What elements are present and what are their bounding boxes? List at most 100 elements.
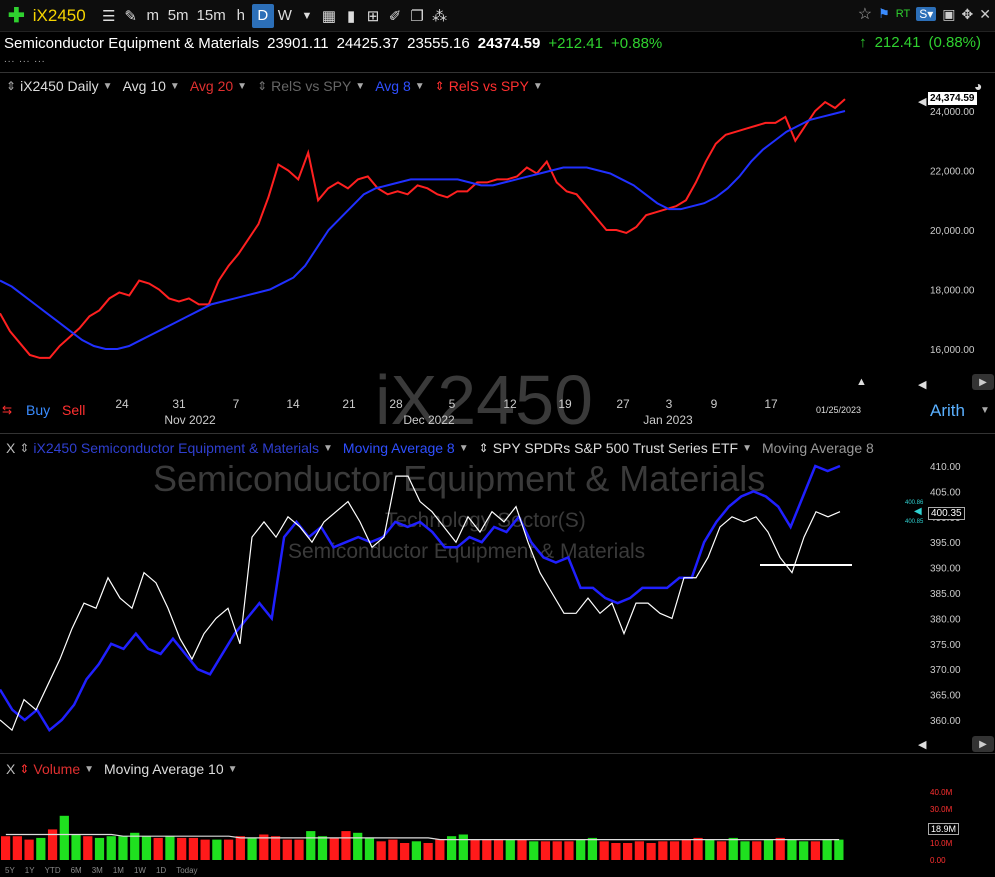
x-tick-label: 5 <box>449 397 456 411</box>
rs-legend-symbol[interactable]: iX2450 Semiconductor Equipment & Materia… <box>33 440 319 456</box>
rs-close-icon[interactable]: X <box>6 440 15 456</box>
price-chart[interactable]: 16,000.00 18,000.00 20,000.00 22,000.00 24,0… <box>0 0 995 430</box>
scroll-up-icon[interactable]: ▲ <box>856 376 867 388</box>
buy-sell-icon[interactable]: ⇆ <box>2 403 12 417</box>
volume-bar <box>36 837 46 860</box>
sell-label[interactable]: Sell <box>62 402 85 418</box>
volume-bar <box>435 839 445 860</box>
y-tick-label: 30.0M <box>930 805 953 814</box>
volume-bar <box>212 839 222 860</box>
volume-bar <box>106 836 116 860</box>
scale-mode[interactable]: Arith <box>930 401 965 421</box>
x-tick-label: 24 <box>115 397 129 411</box>
volume-bar <box>270 836 281 860</box>
drag-icon[interactable]: ⇕ <box>257 79 267 93</box>
scale-dropdown-icon[interactable]: ▼ <box>980 405 990 416</box>
volume-bar <box>646 843 656 860</box>
volume-bar <box>388 839 398 860</box>
range-1m[interactable]: 1M <box>113 866 124 877</box>
chevron-down-icon[interactable]: ▼ <box>103 81 113 92</box>
buy-sell-toggle[interactable]: Buy Sell <box>26 402 85 418</box>
y-tick-label: 410.00 <box>930 462 961 473</box>
y-tick-label: 360.00 <box>930 716 961 727</box>
volume-bar <box>24 839 34 860</box>
chevron-down-icon[interactable]: ▼ <box>323 443 333 454</box>
drag-icon[interactable]: ⇕ <box>19 441 29 455</box>
legend-rels-spy-gray[interactable]: RelS vs SPY <box>271 78 351 94</box>
volume-bar <box>623 843 633 860</box>
vol-legend-ma10[interactable]: Moving Average 10 <box>104 761 224 777</box>
rs-legend-ma8-blue[interactable]: Moving Average 8 <box>343 440 455 456</box>
chevron-down-icon[interactable]: ▼ <box>237 81 247 92</box>
volume-bar <box>740 841 750 860</box>
volume-bar <box>59 815 69 860</box>
range-today[interactable]: Today <box>176 866 197 877</box>
chevron-down-icon[interactable]: ▼ <box>170 81 180 92</box>
rs-legend-ma8-gray[interactable]: Moving Average 8 <box>762 440 874 456</box>
volume-bar <box>552 841 562 860</box>
volume-bar <box>669 841 680 860</box>
vol-legend-volume[interactable]: Volume <box>33 761 80 777</box>
range-1d[interactable]: 1D <box>156 866 166 877</box>
vol-close-icon[interactable]: X <box>6 761 15 777</box>
volume-bar <box>235 836 245 860</box>
rs-series-line <box>0 464 841 733</box>
y-tick-label: 20,000.00 <box>930 226 975 237</box>
range-1w[interactable]: 1W <box>134 866 146 877</box>
chevron-down-icon[interactable]: ▼ <box>84 764 94 775</box>
volume-bar <box>505 839 515 860</box>
volume-bar <box>493 839 504 860</box>
drag-icon[interactable]: ⇕ <box>479 441 489 455</box>
range-1y[interactable]: 1Y <box>25 866 35 877</box>
rs-legend-spy[interactable]: SPY SPDRs S&P 500 Trust Series ETF <box>493 440 738 456</box>
drag-icon[interactable]: ⇕ <box>435 79 445 93</box>
y-tick-label: 375.00 <box>930 640 961 651</box>
range-6m[interactable]: 6M <box>71 866 82 877</box>
month-label: Nov 2022 <box>164 413 216 427</box>
volume-bar <box>681 839 691 860</box>
y-tick-label: 0.00 <box>930 856 946 865</box>
x-tick-label: 7 <box>233 397 240 411</box>
volume-bar <box>775 837 785 860</box>
scroll-right-button[interactable]: ▶ <box>972 736 994 752</box>
rs-legend: X ⇕ iX2450 Semiconductor Equipment & Mat… <box>0 437 878 459</box>
y-tick-label: 10.0M <box>930 839 953 848</box>
legend-avg10[interactable]: Avg 10 <box>123 78 166 94</box>
y-tick-label: 365.00 <box>930 691 961 702</box>
x-tick-label: 27 <box>616 397 630 411</box>
drag-icon[interactable]: ⇕ <box>6 79 16 93</box>
volume-bar <box>411 841 421 860</box>
chevron-down-icon[interactable]: ▼ <box>533 81 543 92</box>
drag-icon[interactable]: ⇕ <box>19 762 29 776</box>
volume-bar <box>517 839 527 860</box>
volume-bar <box>728 837 738 860</box>
legend-avg8[interactable]: Avg 8 <box>375 78 411 94</box>
buy-label[interactable]: Buy <box>26 402 50 418</box>
volume-bar <box>188 837 199 860</box>
scroll-right-button[interactable]: ▶ <box>972 374 994 390</box>
range-3m[interactable]: 3M <box>92 866 103 877</box>
chevron-down-icon[interactable]: ▼ <box>415 81 425 92</box>
volume-bar <box>294 839 304 860</box>
chevron-down-icon[interactable]: ▼ <box>228 764 238 775</box>
range-5y[interactable]: 5Y <box>5 866 15 877</box>
price-series-line <box>0 98 846 359</box>
chevron-down-icon[interactable]: ▼ <box>742 443 752 454</box>
scroll-left-icon[interactable]: ◀ <box>918 95 926 108</box>
relative-strength-chart[interactable]: 360.00 365.00 370.00 375.00 380.00 385.00 390.… <box>0 433 995 753</box>
vol-last-tag: 18.9M <box>928 823 960 835</box>
chevron-down-icon[interactable]: ▼ <box>355 81 365 92</box>
scroll-left-icon[interactable]: ◀ <box>918 738 926 751</box>
palette-icon[interactable]: ◕ <box>974 78 982 94</box>
scroll-left-icon[interactable]: ◀ <box>918 378 926 391</box>
legend-avg20[interactable]: Avg 20 <box>190 78 233 94</box>
legend-rels-spy-red[interactable]: RelS vs SPY <box>449 78 529 94</box>
volume-bar <box>822 839 832 860</box>
range-ytd[interactable]: YTD <box>45 866 61 877</box>
rs-pointer-icon: ◀ <box>914 506 922 517</box>
volume-bar <box>153 837 163 860</box>
volume-bar <box>564 841 574 860</box>
chevron-down-icon[interactable]: ▼ <box>459 443 469 454</box>
range-bar: 5Y 1Y YTD 6M 3M 1M 1W 1D Today <box>0 866 203 877</box>
main-symbol-legend[interactable]: iX2450 Daily <box>20 78 99 94</box>
